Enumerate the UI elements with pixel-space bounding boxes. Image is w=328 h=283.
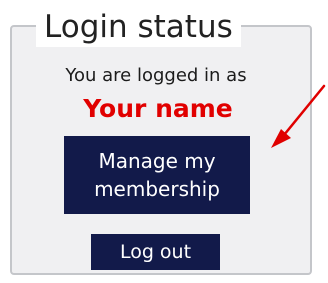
page: Login status You are logged in as Your n… (0, 0, 328, 283)
login-status-text: You are logged in as (65, 65, 247, 86)
user-name: Your name (83, 94, 233, 123)
panel-title: Login status (36, 7, 241, 47)
manage-membership-button[interactable]: Manage my membership (64, 136, 250, 214)
logout-button[interactable]: Log out (91, 234, 220, 270)
manage-membership-label: Manage my membership (94, 149, 220, 201)
